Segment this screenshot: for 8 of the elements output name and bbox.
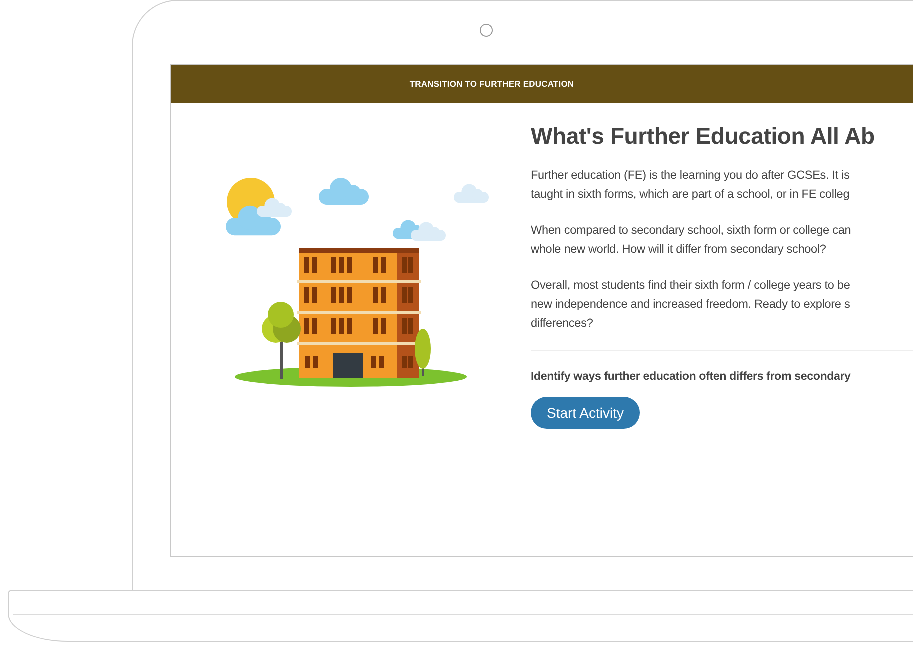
camera-icon	[480, 24, 493, 37]
header-title: TRANSITION TO FURTHER EDUCATION	[410, 79, 574, 89]
paragraph: Further education (FE) is the learning you do after GCSEs. It is taught in sixth forms, which are part of a school, or in FE colleg	[531, 167, 850, 203]
paragraph: When compared to secondary school, sixth form or college can whole new world. How will it differ from secondary school?	[531, 222, 852, 258]
page-heading: What's Further Education All Ab	[531, 123, 875, 150]
paragraph: Overall, most students find their sixth form / college years to be new independence and increased freedom. Ready to explore s differences?	[531, 277, 850, 332]
objective-text: Identify ways further education often differs from secondary	[531, 370, 851, 383]
start-activity-button[interactable]: Start Activity	[531, 397, 640, 429]
